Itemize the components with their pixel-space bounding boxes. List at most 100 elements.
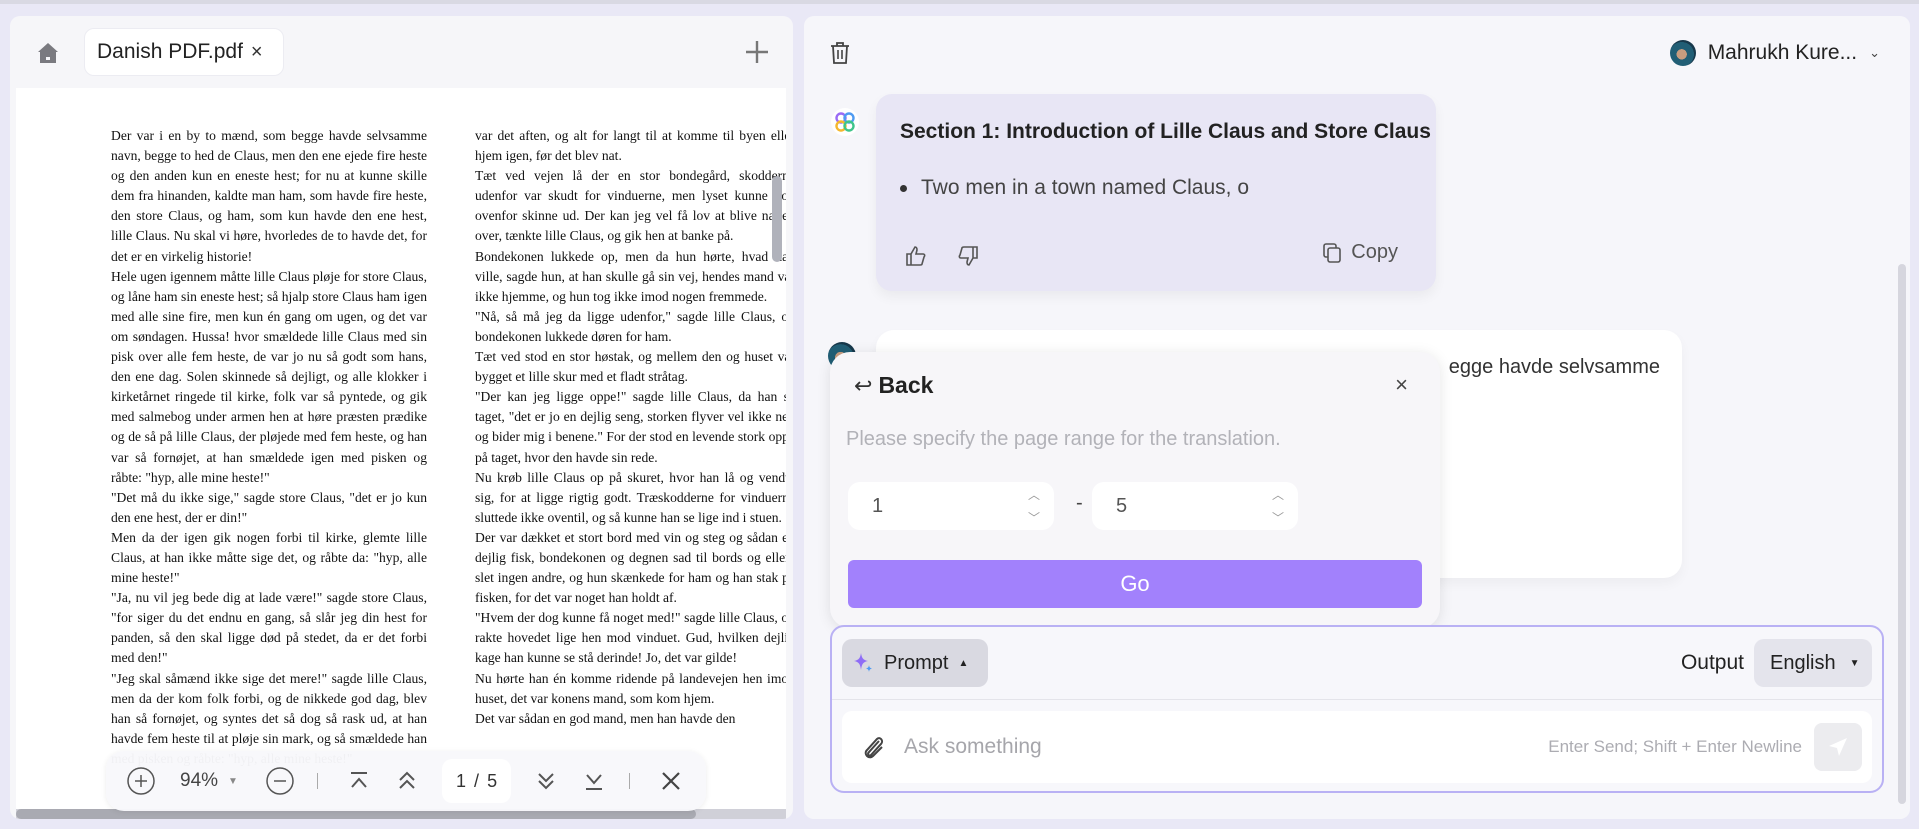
pdf-paragraph: Hele ugen igennem måtte lille Claus pløj…: [111, 268, 427, 485]
page-from-stepper[interactable]: ︿ ﹀: [1028, 486, 1040, 526]
chat-composer: Prompt ▲ Output English ▼ Enter Send; Sh…: [830, 625, 1884, 793]
range-separator: -: [1076, 492, 1083, 514]
window-top-strip: [0, 0, 1919, 4]
ai-message-bullet: Two men in a town named Claus, o: [900, 176, 1249, 200]
output-language-select[interactable]: English ▼: [1754, 639, 1872, 687]
chevron-down-icon[interactable]: ﹀: [1028, 509, 1040, 526]
sparkle-icon: [854, 653, 872, 672]
page-separator: /: [474, 770, 480, 791]
pdf-paragraph: Men da der igen gik nogen forbi til kirk…: [111, 529, 427, 586]
caret-down-icon: ▼: [228, 775, 238, 787]
user-menu[interactable]: Mahrukh Kure... ⌄: [1669, 36, 1880, 70]
toolbar-divider: [629, 773, 631, 789]
page-indicator[interactable]: 1 / 5: [441, 759, 512, 803]
user-message-text: egge havde selvsamme: [1448, 356, 1660, 378]
page-range-description: Please specify the page range for the tr…: [846, 428, 1281, 450]
pdf-vertical-scrollbar[interactable]: [772, 176, 782, 262]
pdf-paragraph: "Hvem der dog kunne få noget med!" sagde…: [475, 610, 786, 666]
thumbs-down-icon[interactable]: [956, 244, 980, 268]
caret-up-icon: ▲: [958, 657, 969, 669]
zoom-out-icon: [266, 767, 294, 795]
ai-message-card: Section 1: Introduction of Lille Claus a…: [876, 94, 1436, 291]
close-icon: [662, 772, 680, 790]
pdf-paragraph: Der var i en by to mænd, som begge havde…: [111, 128, 427, 264]
copy-button[interactable]: Copy: [1321, 241, 1398, 264]
composer-divider: [832, 699, 1882, 700]
bullet-dot: [900, 184, 907, 192]
pdf-paragraph: Bondekonen lukkede op, men da hun hørte,…: [475, 248, 786, 304]
pdf-toolbar: 94% ▼ 1 / 5: [106, 751, 706, 811]
plus-icon[interactable]: [743, 38, 771, 66]
pdf-paragraph: var det aften, og alt for langt til at k…: [475, 128, 786, 164]
chevron-down-icon[interactable]: ﹀: [1272, 509, 1284, 526]
pdf-paragraph: Tæt ved stod en stor høstak, og mellem d…: [475, 349, 786, 385]
next-page-button[interactable]: [533, 768, 559, 794]
ai-logo-icon: [831, 108, 859, 136]
chevron-down-icon: ⌄: [1869, 45, 1880, 60]
page-to-stepper[interactable]: ︿ ﹀: [1272, 486, 1284, 526]
first-page-button[interactable]: [346, 768, 372, 794]
zoom-in-icon: [127, 767, 155, 795]
return-arrow-icon: ↩: [854, 372, 873, 398]
pdf-page: Der var i en by to mænd, som begge havde…: [16, 88, 786, 819]
go-button[interactable]: Go: [848, 560, 1422, 608]
zoom-level-select[interactable]: 94% ▼: [180, 770, 265, 792]
pdf-paragraph: Det var sådan en god mand, men han havde…: [475, 710, 736, 726]
keyboard-hint: Enter Send; Shift + Enter Newline: [1548, 737, 1802, 756]
toolbar-divider: [317, 773, 318, 789]
pdf-paragraph: Tæt ved vejen lå der en stor bondegård, …: [475, 168, 786, 244]
zoom-out-button[interactable]: [265, 766, 295, 796]
file-tab[interactable]: Danish PDF.pdf ×: [84, 28, 284, 76]
pdf-paragraph: "Det må du ikke sige," sagde store Claus…: [111, 489, 427, 525]
paperclip-icon[interactable]: [860, 733, 888, 763]
zoom-in-button[interactable]: [126, 766, 156, 796]
trash-icon[interactable]: [828, 40, 852, 66]
pdf-column-left: Der var i en by to mænd, som begge havde…: [111, 126, 427, 769]
caret-down-icon: ▼: [1849, 657, 1860, 669]
pdf-viewer-panel: Danish PDF.pdf × Der var i en by to mænd…: [10, 16, 793, 819]
file-tab-label: Danish PDF.pdf: [97, 40, 243, 63]
close-tab-icon[interactable]: ×: [251, 41, 263, 64]
last-page-icon: [586, 774, 603, 790]
pdf-paragraph: Nu hørte han én komme ridende på landeve…: [475, 670, 786, 706]
output-label: Output: [1680, 651, 1744, 674]
user-name: Mahrukh Kure...: [1707, 41, 1858, 64]
total-pages: 5: [487, 770, 498, 791]
home-icon[interactable]: [35, 40, 61, 66]
ai-message-title: Section 1: Introduction of Lille Claus a…: [900, 120, 1431, 143]
pdf-paragraph: Der var dækket et stort bord med vin og …: [475, 529, 786, 606]
copy-icon: [1323, 242, 1342, 263]
pdf-paragraph: Nu krøb lille Claus op på skuret, hvor h…: [475, 469, 786, 525]
pdf-paragraph: "Der kan jeg ligge oppe!" sagde lille Cl…: [475, 389, 786, 465]
back-label: Back: [878, 372, 934, 398]
pdf-paragraph: "Ja, nu vil jeg bede dig at lade være!" …: [111, 590, 427, 666]
chevron-up-icon[interactable]: ︿: [1272, 486, 1284, 503]
page-range-popover: ↩ Back × Please specify the page range f…: [830, 352, 1440, 628]
page-from-value: 1: [872, 494, 884, 517]
previous-page-button[interactable]: [394, 768, 420, 794]
avatar: [1669, 40, 1696, 66]
page-to-value: 5: [1116, 494, 1128, 517]
page-from-input[interactable]: 1 ︿ ﹀: [848, 482, 1054, 530]
ai-message-bullet-text: Two men in a town named Claus, o: [921, 176, 1250, 199]
thumbs-up-icon[interactable]: [904, 244, 928, 268]
close-popover-icon[interactable]: ×: [1395, 372, 1408, 398]
chat-scrollbar[interactable]: [1898, 264, 1906, 804]
first-page-icon: [350, 772, 367, 788]
back-button[interactable]: ↩ Back: [854, 372, 933, 399]
output-language-value: English: [1770, 651, 1836, 674]
ask-input[interactable]: [904, 727, 1464, 767]
chevron-up-icon[interactable]: ︿: [1028, 486, 1040, 503]
message-input-box: Enter Send; Shift + Enter Newline: [842, 711, 1872, 783]
send-button[interactable]: [1814, 723, 1862, 771]
send-icon: [1829, 738, 1847, 756]
close-toolbar-button[interactable]: [658, 768, 684, 794]
zoom-level-value: 94%: [180, 770, 219, 791]
double-chevron-up-icon: [399, 771, 415, 789]
pdf-tab-bar: Danish PDF.pdf ×: [10, 16, 793, 88]
copy-label: Copy: [1351, 241, 1398, 263]
prompt-button[interactable]: Prompt ▲: [842, 639, 988, 687]
last-page-button[interactable]: [581, 768, 607, 794]
current-page: 1: [456, 770, 467, 791]
page-to-input[interactable]: 5 ︿ ﹀: [1092, 482, 1298, 530]
